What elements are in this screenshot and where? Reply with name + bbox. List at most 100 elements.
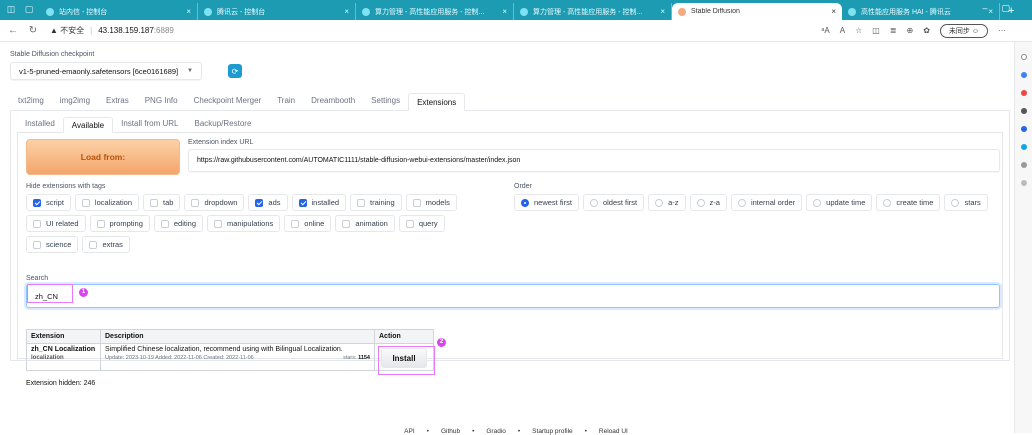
browser-tab-1[interactable]: 站内信 - 控制台 ×: [40, 3, 198, 20]
subtab-backup-restore[interactable]: Backup/Restore: [186, 116, 259, 132]
checkbox[interactable]: [89, 240, 98, 249]
tag-checkbox-editing[interactable]: editing: [153, 215, 203, 232]
add-icon[interactable]: [1020, 180, 1027, 186]
outlook-icon[interactable]: [1020, 144, 1027, 150]
more-icon[interactable]: ···: [998, 26, 1006, 35]
browser-tab-5[interactable]: Stable Diffusion ×: [672, 3, 842, 20]
tab-checkpoint-merger[interactable]: Checkpoint Merger: [186, 92, 270, 110]
tag-checkbox-dropdown[interactable]: dropdown: [184, 194, 245, 211]
tab-actions-icon[interactable]: ▢: [22, 4, 36, 16]
window-controls[interactable]: –▢: [982, 3, 1024, 14]
split-screen-icon[interactable]: ◫: [872, 26, 880, 35]
sync-button[interactable]: 未同步 ☺: [939, 23, 988, 38]
subtab-installed[interactable]: Installed: [17, 116, 63, 132]
checkbox[interactable]: [96, 219, 105, 228]
back-icon[interactable]: ←: [6, 25, 20, 36]
tools-icon[interactable]: [1020, 72, 1027, 78]
checkbox[interactable]: [291, 219, 300, 228]
tab-extras[interactable]: Extras: [98, 92, 137, 110]
checkbox[interactable]: [191, 198, 200, 207]
checkbox[interactable]: [33, 198, 41, 207]
extension-name-link[interactable]: zh_CN Localization: [31, 346, 96, 353]
tag-checkbox-science[interactable]: science: [26, 236, 79, 253]
checkpoint-dropdown[interactable]: v1-5-pruned-emaonly.safetensors [6ce0161…: [10, 62, 202, 80]
radio[interactable]: [589, 198, 598, 207]
tag-checkbox-animation[interactable]: animation: [335, 215, 395, 232]
workspace-icon[interactable]: ◫: [4, 4, 18, 16]
browser-tab-2[interactable]: 腾讯云 - 控制台 ×: [198, 3, 356, 20]
checkbox[interactable]: [33, 240, 41, 249]
subtab-install-from-url[interactable]: Install from URL: [113, 116, 186, 132]
checkbox[interactable]: [412, 198, 421, 207]
tag-checkbox-training[interactable]: training: [350, 194, 402, 211]
load-from-button[interactable]: Load from:: [26, 139, 180, 175]
tag-checkbox-prompting[interactable]: prompting: [89, 215, 150, 232]
tag-checkbox-ui-related[interactable]: UI related: [26, 215, 86, 232]
tab-img2img[interactable]: img2img: [52, 92, 98, 110]
order-radio-z-a[interactable]: z-a: [689, 194, 727, 211]
order-radio-internal-order[interactable]: internal order: [730, 194, 803, 211]
tag-checkbox-ads[interactable]: ads: [248, 194, 288, 211]
close-icon[interactable]: ×: [502, 7, 507, 16]
order-radio-create-time[interactable]: create time: [876, 194, 941, 211]
order-radio-update-time[interactable]: update time: [806, 194, 873, 211]
checkbox[interactable]: [405, 219, 414, 228]
games-icon[interactable]: [1020, 108, 1027, 114]
tab-extensions[interactable]: Extensions: [408, 93, 466, 111]
refresh-icon[interactable]: ⟳: [228, 64, 242, 78]
reload-icon[interactable]: ↻: [26, 25, 40, 36]
checkbox[interactable]: [342, 219, 351, 228]
order-radio-newest-first[interactable]: newest first: [514, 194, 579, 211]
radio[interactable]: [951, 198, 960, 207]
close-icon[interactable]: ×: [186, 7, 191, 16]
radio[interactable]: [813, 198, 822, 207]
checkbox[interactable]: [298, 198, 307, 207]
footer-link[interactable]: API: [404, 428, 414, 435]
order-radio-a-z[interactable]: a-z: [648, 194, 686, 211]
index-url-input[interactable]: https://raw.githubusercontent.com/AUTOMA…: [188, 149, 1000, 172]
favorite-icon[interactable]: ☆: [855, 26, 862, 35]
tag-checkbox-tab[interactable]: tab: [143, 194, 181, 211]
search-icon[interactable]: [1020, 54, 1027, 60]
font-icon[interactable]: A: [840, 26, 845, 35]
url-field[interactable]: ▲ 不安全 | 43.138.159.187:6889: [50, 25, 174, 36]
checkbox[interactable]: [255, 198, 264, 207]
order-radio-oldest-first[interactable]: oldest first: [582, 194, 645, 211]
radio[interactable]: [696, 198, 705, 207]
read-aloud-icon[interactable]: ᵃA: [821, 26, 829, 35]
close-icon[interactable]: ×: [660, 7, 665, 16]
close-icon[interactable]: ×: [831, 7, 836, 16]
tab-train[interactable]: Train: [269, 92, 303, 110]
favorites-list-icon[interactable]: ≣: [890, 26, 897, 35]
order-radio-stars[interactable]: stars: [944, 194, 988, 211]
tag-checkbox-manipulations[interactable]: manipulations: [207, 215, 281, 232]
checkbox[interactable]: [357, 198, 366, 207]
tag-checkbox-online[interactable]: online: [284, 215, 332, 232]
shopping-icon[interactable]: [1020, 90, 1027, 96]
tab-settings[interactable]: Settings: [363, 92, 408, 110]
search-input[interactable]: zh_CN: [26, 284, 1000, 308]
radio[interactable]: [521, 198, 529, 207]
checkbox[interactable]: [81, 198, 90, 207]
radio[interactable]: [737, 198, 746, 207]
tag-checkbox-extras[interactable]: extras: [82, 236, 130, 253]
browser-tab-3[interactable]: 算力管理 - 高性能应用服务 - 控制... ×: [356, 3, 514, 20]
tab-txt2img[interactable]: txt2img: [10, 92, 52, 110]
extensions-icon[interactable]: ✿: [923, 26, 930, 35]
tab-png-info[interactable]: PNG Info: [137, 92, 186, 110]
office-icon[interactable]: [1020, 126, 1027, 132]
tab-dreambooth[interactable]: Dreambooth: [303, 92, 363, 110]
tag-checkbox-script[interactable]: script: [26, 194, 71, 211]
drop-icon[interactable]: [1020, 162, 1027, 168]
collections-icon[interactable]: ⊕: [907, 26, 914, 35]
browser-tab-4[interactable]: 算力管理 - 高性能应用服务 - 控制... ×: [514, 3, 672, 20]
footer-link[interactable]: Gradio: [486, 428, 506, 435]
tag-checkbox-localization[interactable]: localization: [74, 194, 140, 211]
browser-tab-6[interactable]: 高性能应用服务 HAI - 腾讯云 ×: [842, 3, 1000, 20]
footer-link[interactable]: Reload UI: [599, 428, 628, 435]
radio[interactable]: [883, 198, 892, 207]
radio[interactable]: [655, 198, 664, 207]
checkbox[interactable]: [214, 219, 222, 228]
close-icon[interactable]: ×: [344, 7, 349, 16]
checkbox[interactable]: [33, 219, 41, 228]
